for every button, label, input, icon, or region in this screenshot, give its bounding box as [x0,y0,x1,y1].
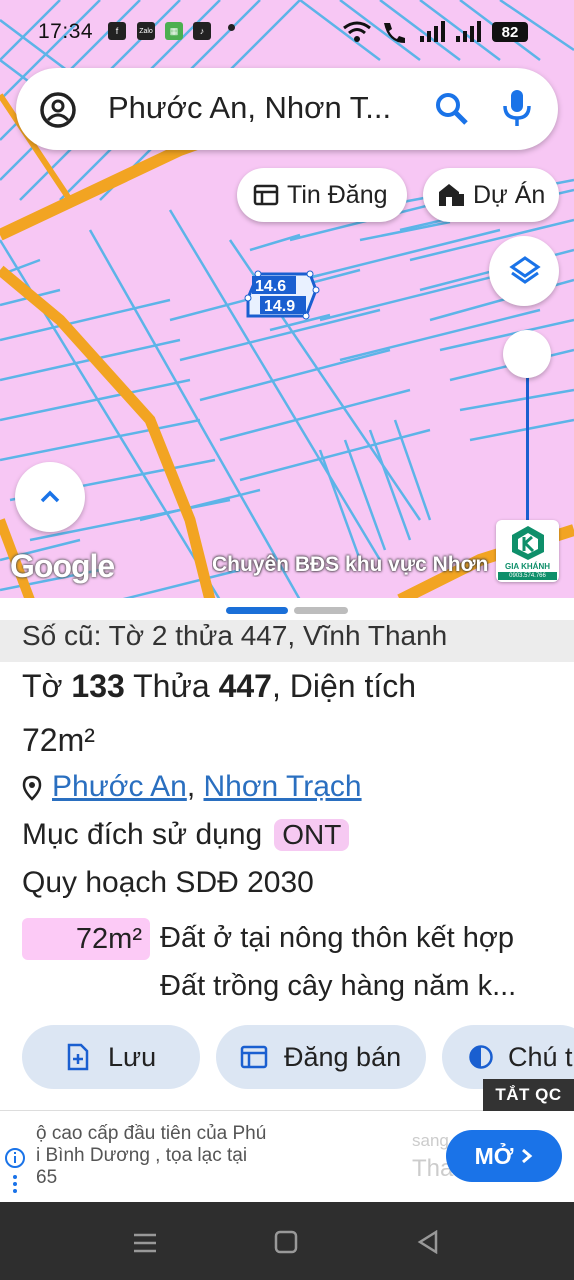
map-view[interactable]: 14.6 14.9 17:34 f Zalo ▦ ♪ 82 Phước An, … [0,0,574,600]
plot-number: 447 [218,668,272,704]
signal-icon [456,21,481,42]
wifi-icon [343,21,371,42]
menu-icon[interactable] [132,1232,158,1254]
account-icon[interactable] [38,90,78,130]
old-reference-row: Số cũ: Tờ 2 thửa 447, Vĩnh Thanh [0,620,574,662]
status-bar: 17:34 f Zalo ▦ ♪ 82 [0,0,574,62]
post-sale-button[interactable]: Đăng bán [216,1025,426,1089]
purpose-badge: ONT [274,819,350,851]
search-icon[interactable] [433,90,471,128]
layers-icon [509,256,541,284]
contrast-icon [469,1045,493,1069]
brand-logo-text: GIA KHÁNH [504,562,551,571]
ad-text-line2: i Bình Dương , tọa lạc tại [36,1145,248,1166]
selected-parcel: 14.6 14.9 [244,270,320,320]
more-options-icon[interactable] [13,1175,17,1195]
listing-icon [253,184,279,206]
district-link[interactable]: Nhơn Trạch [204,770,362,803]
home-icon[interactable] [274,1230,298,1254]
old-reference-text: Số cũ: Tờ 2 thửa 447, Vĩnh Thanh [22,620,448,651]
ad-faded-text: sang [412,1131,449,1150]
facebook-icon: f [108,22,126,40]
microphone-icon[interactable] [500,88,534,130]
post-sale-button-label: Đăng bán [284,1041,402,1072]
building-icon [439,184,464,206]
sheet-number: 133 [71,668,125,704]
battery-indicator: 82 [492,22,528,42]
dot-icon [228,24,235,31]
parcel-area: 72m² [22,722,95,758]
location-row: Phước An, Nhơn Trạch [22,770,362,804]
layers-button[interactable] [489,236,559,306]
status-time: 17:34 [38,20,94,43]
app-icon: ▦ [165,22,183,40]
system-nav-bar [0,1202,574,1280]
brand-logo[interactable]: GIA KHÁNH 0903.574.766 [496,520,559,582]
listing-icon [240,1045,268,1069]
back-icon[interactable] [416,1230,440,1254]
expand-up-button[interactable] [15,462,85,532]
chip-du-an[interactable]: Dự Án [423,168,559,222]
purpose-row: Mục đích sử dụng ONT [22,818,350,852]
search-bar[interactable]: Phước An, Nhơn T... [16,68,558,150]
google-logo: Google [10,548,115,584]
chip-tin-dang-label: Tin Đăng [287,180,388,209]
add-document-icon [67,1043,89,1071]
search-input[interactable]: Phước An, Nhơn T... [108,90,391,126]
plan-title: Quy hoạch SDĐ 2030 [22,866,314,899]
edge-length-label: 14.9 [264,298,295,315]
plan-land-use-2: Đất trồng cây hàng năm k... [160,970,517,1002]
signal-icon [420,21,445,42]
chip-du-an-label: Dự Án [473,180,546,209]
chip-tin-dang[interactable]: Tin Đăng [237,168,407,222]
parcel-title: Tờ 133 Thửa 447, Diện tích [22,668,417,704]
ad-text-line1: ộ cao cấp đầu tiên của Phú [36,1123,267,1144]
save-button-label: Lưu [108,1041,157,1072]
info-icon[interactable] [4,1147,26,1169]
map-watermark: Chuyên BĐS khu vực Nhơn [212,553,489,576]
zalo-icon: Zalo [137,22,155,40]
brand-logo-phone: 0903.574.766 [498,572,557,580]
opacity-slider-thumb[interactable] [503,330,551,378]
plan-area-badge: 72m² [22,918,150,960]
chevron-up-icon [40,490,60,503]
sheet-page-indicator[interactable] [294,607,348,614]
tiktok-icon: ♪ [193,22,211,40]
location-pin-icon [22,775,42,801]
ad-text-line3: 65 [36,1167,58,1188]
edge-length-label: 14.6 [255,278,286,295]
chevron-right-icon [522,1148,533,1164]
close-ad-button[interactable]: TẮT QC [483,1079,574,1111]
ad-open-button[interactable]: MỞ [446,1130,562,1182]
save-button[interactable]: Lưu [22,1025,200,1089]
commune-link[interactable]: Phước An [52,770,187,803]
sheet-page-indicator-active[interactable] [226,607,288,614]
note-button-label: Chú t [508,1041,573,1072]
call-icon [384,23,405,43]
plan-land-use-1: Đất ở tại nông thôn kết hợp [160,922,515,954]
